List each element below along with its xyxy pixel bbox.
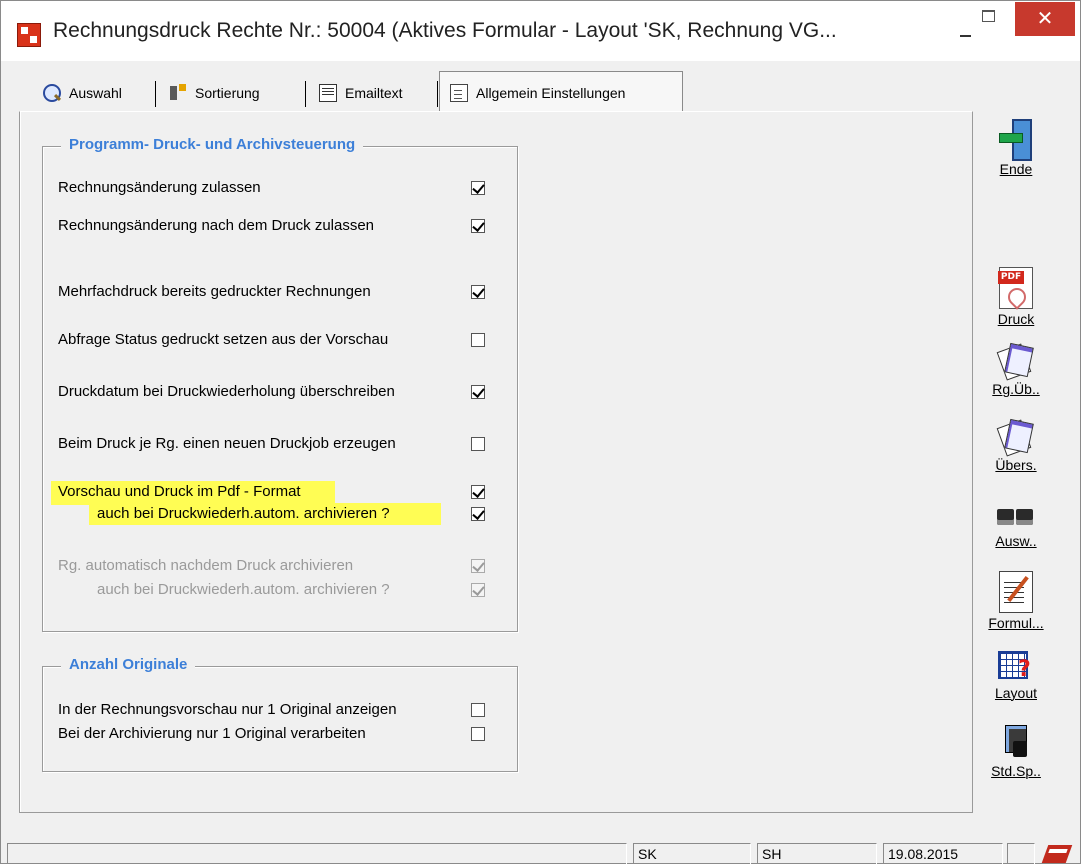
layout-button[interactable]: Layout [981, 649, 1051, 701]
pages-icon [999, 419, 1033, 455]
layout-help-icon [998, 649, 1034, 683]
app-icon[interactable] [17, 23, 41, 47]
status-field-sh: SH [757, 843, 877, 864]
tab-divider [437, 81, 438, 107]
tab-divider [305, 81, 306, 107]
tab-allgemein-einstellungen[interactable]: Allgemein Einstellungen [439, 71, 683, 113]
tab-label: Allgemein Einstellungen [476, 84, 626, 101]
option-label: Abfrage Status gedruckt setzen aus der V… [58, 331, 389, 348]
checkbox-pdf-archivieren[interactable] [471, 507, 485, 521]
group-title: Programm- Druck- und Archivsteuerung [61, 136, 364, 153]
tab-emailtext[interactable]: Emailtext [309, 75, 413, 111]
checkbox-neuer-druckjob[interactable] [471, 437, 485, 451]
option-label: auch bei Druckwiederh.autom. archivieren… [97, 581, 390, 598]
tab-sortierung[interactable]: Sortierung [159, 75, 270, 111]
tab-label: Emailtext [345, 85, 403, 101]
company-logo-icon [1039, 841, 1075, 864]
option-label: Mehrfachdruck bereits gedruckter Rechnun… [58, 283, 371, 300]
checkbox-pdf-format[interactable] [471, 485, 485, 499]
checkbox-auto-archivieren-wiederholung [471, 583, 485, 597]
option-label: In der Rechnungsvorschau nur 1 Original … [58, 701, 397, 718]
std-sp-button[interactable]: Std.Sp.. [981, 725, 1051, 779]
option-label: Rechnungsänderung nach dem Druck zulasse… [58, 217, 375, 234]
checkbox-rechnungsaenderung[interactable] [471, 181, 485, 195]
option-label: auch bei Druckwiederh.autom. archivieren… [97, 505, 390, 522]
std-sp-label: Std.Sp.. [991, 763, 1041, 779]
window-title: Rechnungsdruck Rechte Nr.: 50004 (Aktive… [53, 19, 837, 42]
rg-uebersicht-button[interactable]: Rg.Üb.. [981, 343, 1051, 397]
checkbox-archivierung-original[interactable] [471, 727, 485, 741]
status-field-message [7, 843, 627, 864]
checkbox-auto-archivieren [471, 559, 485, 573]
checkbox-status-gedruckt[interactable] [471, 333, 485, 347]
tab-auswahl[interactable]: Auswahl [33, 75, 132, 111]
settings-panel: Programm- Druck- und Archivsteuerung Rec… [19, 111, 973, 813]
document-icon [450, 83, 468, 102]
rg-ub-label: Rg.Üb.. [992, 381, 1040, 397]
maximize-button[interactable] [979, 7, 1003, 31]
option-label: Vorschau und Druck im Pdf - Format [58, 483, 301, 500]
ausw-label: Ausw.. [995, 533, 1037, 549]
calculator-icon [999, 725, 1033, 761]
status-field-sk: SK [633, 843, 751, 864]
title-bar[interactable]: Rechnungsdruck Rechte Nr.: 50004 (Aktive… [1, 1, 1080, 61]
druck-label: Druck [997, 311, 1035, 327]
mail-icon [319, 84, 337, 102]
uebersicht-button[interactable]: Übers. [981, 419, 1051, 473]
ubers-label: Übers. [995, 457, 1037, 473]
group-druck-archivsteuerung: Programm- Druck- und Archivsteuerung Rec… [42, 136, 518, 632]
minimize-button[interactable] [951, 13, 981, 43]
pdf-icon [998, 267, 1033, 309]
search-icon [43, 84, 61, 102]
status-bar: SK SH 19.08.2015 [1, 835, 1081, 864]
formul-label: Formul... [988, 615, 1044, 631]
checkbox-druckdatum[interactable] [471, 385, 485, 399]
tab-divider [155, 81, 156, 107]
form-edit-icon [999, 571, 1033, 613]
auswahl-button[interactable]: Ausw.. [981, 501, 1051, 549]
printer-icon [997, 501, 1035, 531]
checkbox-mehrfachdruck[interactable] [471, 285, 485, 299]
option-label: Bei der Archivierung nur 1 Original vera… [58, 725, 366, 742]
option-label: Druckdatum bei Druckwiederholung übersch… [58, 383, 395, 400]
tab-label: Auswahl [69, 85, 122, 101]
formular-button[interactable]: Formul... [981, 571, 1051, 631]
group-anzahl-originale: Anzahl Originale In der Rechnungsvorscha… [42, 656, 518, 772]
close-button[interactable]: ✕ [1015, 2, 1075, 36]
status-field-extra [1007, 843, 1035, 864]
layout-label: Layout [994, 685, 1038, 701]
ende-button[interactable]: Ende [981, 119, 1051, 177]
druck-button[interactable]: Druck [981, 267, 1051, 327]
group-title: Anzahl Originale [61, 656, 196, 673]
option-label: Rechnungsänderung zulassen [58, 179, 261, 196]
ende-label: Ende [999, 161, 1033, 177]
status-field-date: 19.08.2015 [883, 843, 1003, 864]
tab-label: Sortierung [195, 85, 260, 101]
checkbox-aenderung-nach-druck[interactable] [471, 219, 485, 233]
main-window: Rechnungsdruck Rechte Nr.: 50004 (Aktive… [0, 0, 1081, 864]
option-label: Beim Druck je Rg. einen neuen Druckjob e… [58, 435, 396, 452]
sort-icon [169, 84, 187, 102]
exit-door-icon [999, 119, 1033, 161]
checkbox-vorschau-original[interactable] [471, 703, 485, 717]
pages-icon [999, 343, 1033, 379]
option-label: Rg. automatisch nachdem Druck archiviere… [58, 557, 354, 574]
